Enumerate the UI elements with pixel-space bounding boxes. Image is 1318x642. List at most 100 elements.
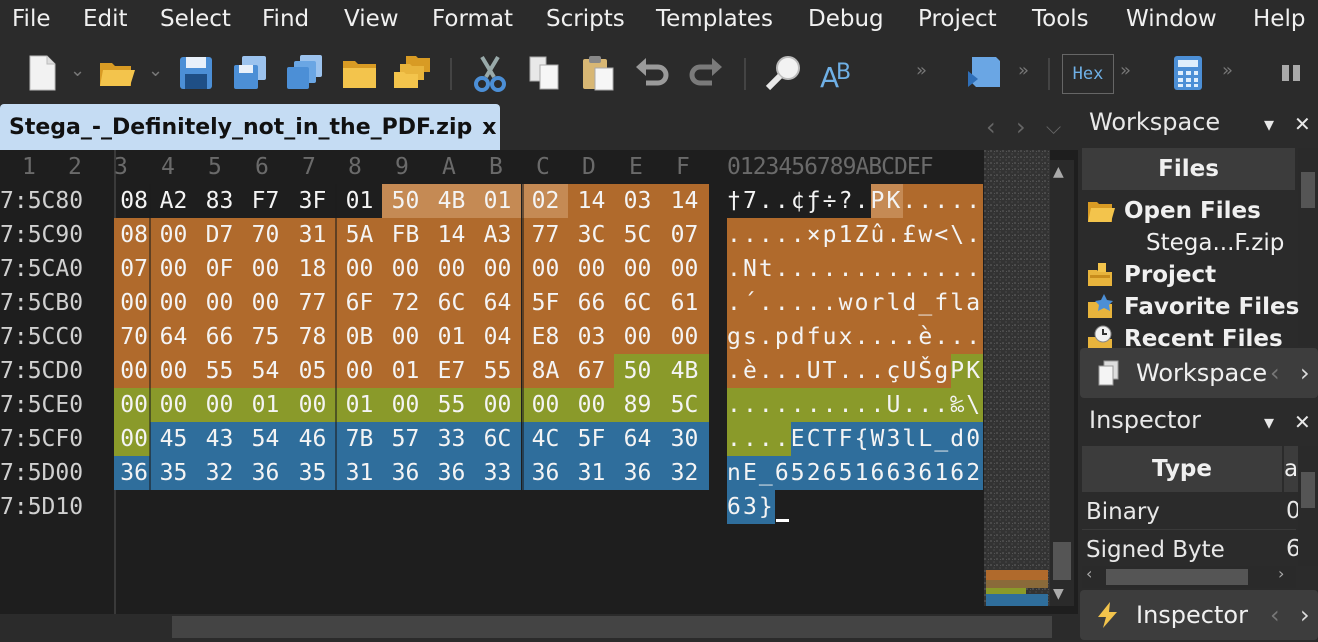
menu-debug[interactable]: Debug — [808, 6, 884, 32]
chevron-right-icon[interactable]: › — [1278, 564, 1284, 583]
hex-byte[interactable]: 3C — [568, 218, 615, 252]
close-icon[interactable]: ✕ — [1294, 410, 1311, 434]
hex-byte[interactable]: 31 — [336, 456, 383, 490]
inspector-row[interactable]: Binary — [1082, 494, 1296, 530]
hex-byte[interactable]: 45 — [150, 422, 197, 456]
hex-byte[interactable]: 72 — [382, 286, 429, 320]
hex-byte[interactable]: FB — [382, 218, 429, 252]
hex-byte[interactable]: 00 — [522, 388, 569, 422]
hex-byte[interactable]: 43 — [196, 422, 243, 456]
menu-view[interactable]: View — [344, 6, 399, 32]
hex-byte[interactable]: 33 — [428, 422, 475, 456]
hex-byte[interactable]: 75 — [242, 320, 289, 354]
hex-byte[interactable]: 4C — [522, 422, 569, 456]
hex-byte[interactable]: 00 — [474, 388, 521, 422]
hex-byte[interactable]: 66 — [196, 320, 243, 354]
menu-templates[interactable]: Templates — [656, 6, 773, 32]
hex-byte[interactable]: 46 — [289, 422, 336, 456]
chevron-right-icon[interactable]: › — [1300, 359, 1310, 387]
scroll-thumb[interactable] — [1301, 172, 1315, 208]
hex-byte[interactable]: 01 — [428, 320, 475, 354]
hex-byte[interactable]: 08 — [114, 184, 150, 218]
minimap[interactable] — [984, 150, 1050, 606]
replace-icon[interactable]: AB — [818, 53, 858, 93]
menu-project[interactable]: Project — [918, 6, 997, 32]
hex-byte[interactable]: 6C — [614, 286, 661, 320]
text-row[interactable]: .è...UT...çUŠgPK — [727, 354, 985, 388]
hex-byte[interactable]: 35 — [289, 456, 336, 490]
hex-icon[interactable]: Hex — [1062, 54, 1114, 94]
menu-help[interactable]: Help — [1253, 6, 1305, 32]
hex-byte[interactable]: 03 — [568, 320, 615, 354]
chevron-down-icon[interactable]: ⌄ — [70, 60, 85, 81]
hex-byte[interactable]: 00 — [382, 388, 429, 422]
hex-byte[interactable]: 61 — [660, 286, 709, 320]
menu-find[interactable]: Find — [262, 6, 309, 32]
hex-byte[interactable]: 5C — [614, 218, 661, 252]
hex-byte[interactable]: 00 — [150, 388, 197, 422]
hex-byte[interactable]: 00 — [150, 354, 197, 388]
hex-byte[interactable]: 00 — [382, 252, 429, 286]
text-row[interactable]: nE_6526516636162 — [727, 456, 985, 490]
chevron-right-icon[interactable]: › — [1300, 601, 1310, 629]
menu-scripts[interactable]: Scripts — [546, 6, 625, 32]
hex-byte[interactable]: 6F — [336, 286, 383, 320]
hex-byte[interactable]: F7 — [242, 184, 289, 218]
hex-byte[interactable]: 66 — [568, 286, 615, 320]
scroll-thumb[interactable] — [1053, 542, 1071, 580]
hex-byte[interactable]: 00 — [196, 388, 243, 422]
workspace-scrollbar[interactable] — [1298, 148, 1318, 346]
hex-byte[interactable]: 83 — [196, 184, 243, 218]
hex-byte[interactable]: 5C — [660, 388, 709, 422]
scroll-up-icon[interactable]: ▲ — [1053, 164, 1064, 180]
hex-byte[interactable]: 04 — [474, 320, 521, 354]
hex-byte[interactable]: 36 — [242, 456, 289, 490]
hex-byte[interactable]: 14 — [428, 218, 475, 252]
toolbar-overflow-icon[interactable]: » — [1018, 60, 1029, 81]
calculator-icon[interactable] — [1168, 53, 1208, 93]
scroll-thumb[interactable] — [1301, 472, 1315, 508]
hex-byte[interactable]: 35 — [150, 456, 197, 490]
hex-byte[interactable]: 0F — [196, 252, 243, 286]
hex-byte[interactable]: 00 — [614, 252, 661, 286]
hex-byte[interactable]: 50 — [382, 184, 429, 218]
inspector-type-header[interactable]: Type — [1082, 446, 1282, 492]
hex-byte[interactable]: 00 — [196, 286, 243, 320]
files-header[interactable]: Files — [1082, 148, 1295, 190]
hex-byte[interactable]: 54 — [242, 422, 289, 456]
hex-byte[interactable]: 54 — [242, 354, 289, 388]
hex-byte[interactable]: 36 — [382, 456, 429, 490]
hex-byte[interactable]: 89 — [614, 388, 661, 422]
hex-byte[interactable]: 55 — [474, 354, 521, 388]
menu-format[interactable]: Format — [432, 6, 513, 32]
hex-byte[interactable]: 7B — [336, 422, 383, 456]
hex-byte[interactable]: 31 — [289, 218, 336, 252]
chevron-down-icon[interactable]: ⌄ — [148, 60, 163, 81]
hex-byte[interactable]: 77 — [522, 218, 569, 252]
redo-icon[interactable] — [686, 53, 726, 93]
hex-byte[interactable]: 07 — [114, 252, 150, 286]
close-icon[interactable]: x — [482, 115, 496, 140]
tab-document[interactable]: Stega_-_Definitely_not_in_the_PDF.zip x — [0, 104, 500, 150]
hex-byte[interactable]: 5A — [336, 218, 383, 252]
hex-byte[interactable]: 05 — [289, 354, 336, 388]
open-folder-icon[interactable] — [97, 53, 137, 93]
hex-byte[interactable]: 8A — [522, 354, 569, 388]
hex-byte[interactable]: 14 — [568, 184, 615, 218]
hex-byte[interactable]: 3F — [289, 184, 336, 218]
hex-byte[interactable]: 00 — [522, 252, 569, 286]
hex-byte[interactable]: 00 — [114, 286, 150, 320]
tree-item-favorites[interactable]: Favorite Files — [1086, 291, 1299, 323]
hex-byte[interactable]: 33 — [474, 456, 521, 490]
hex-byte[interactable]: 00 — [114, 354, 150, 388]
hex-byte[interactable]: 30 — [660, 422, 709, 456]
menu-select[interactable]: Select — [160, 6, 231, 32]
hex-byte[interactable]: 00 — [289, 388, 336, 422]
close-icon[interactable]: ✕ — [1294, 112, 1311, 136]
hex-byte[interactable]: 36 — [522, 456, 569, 490]
save-as-icon[interactable] — [230, 53, 270, 93]
hex-byte[interactable]: 57 — [382, 422, 429, 456]
hex-byte[interactable]: 08 — [114, 218, 150, 252]
hex-byte[interactable]: 00 — [150, 218, 197, 252]
hex-byte[interactable]: 00 — [568, 388, 615, 422]
